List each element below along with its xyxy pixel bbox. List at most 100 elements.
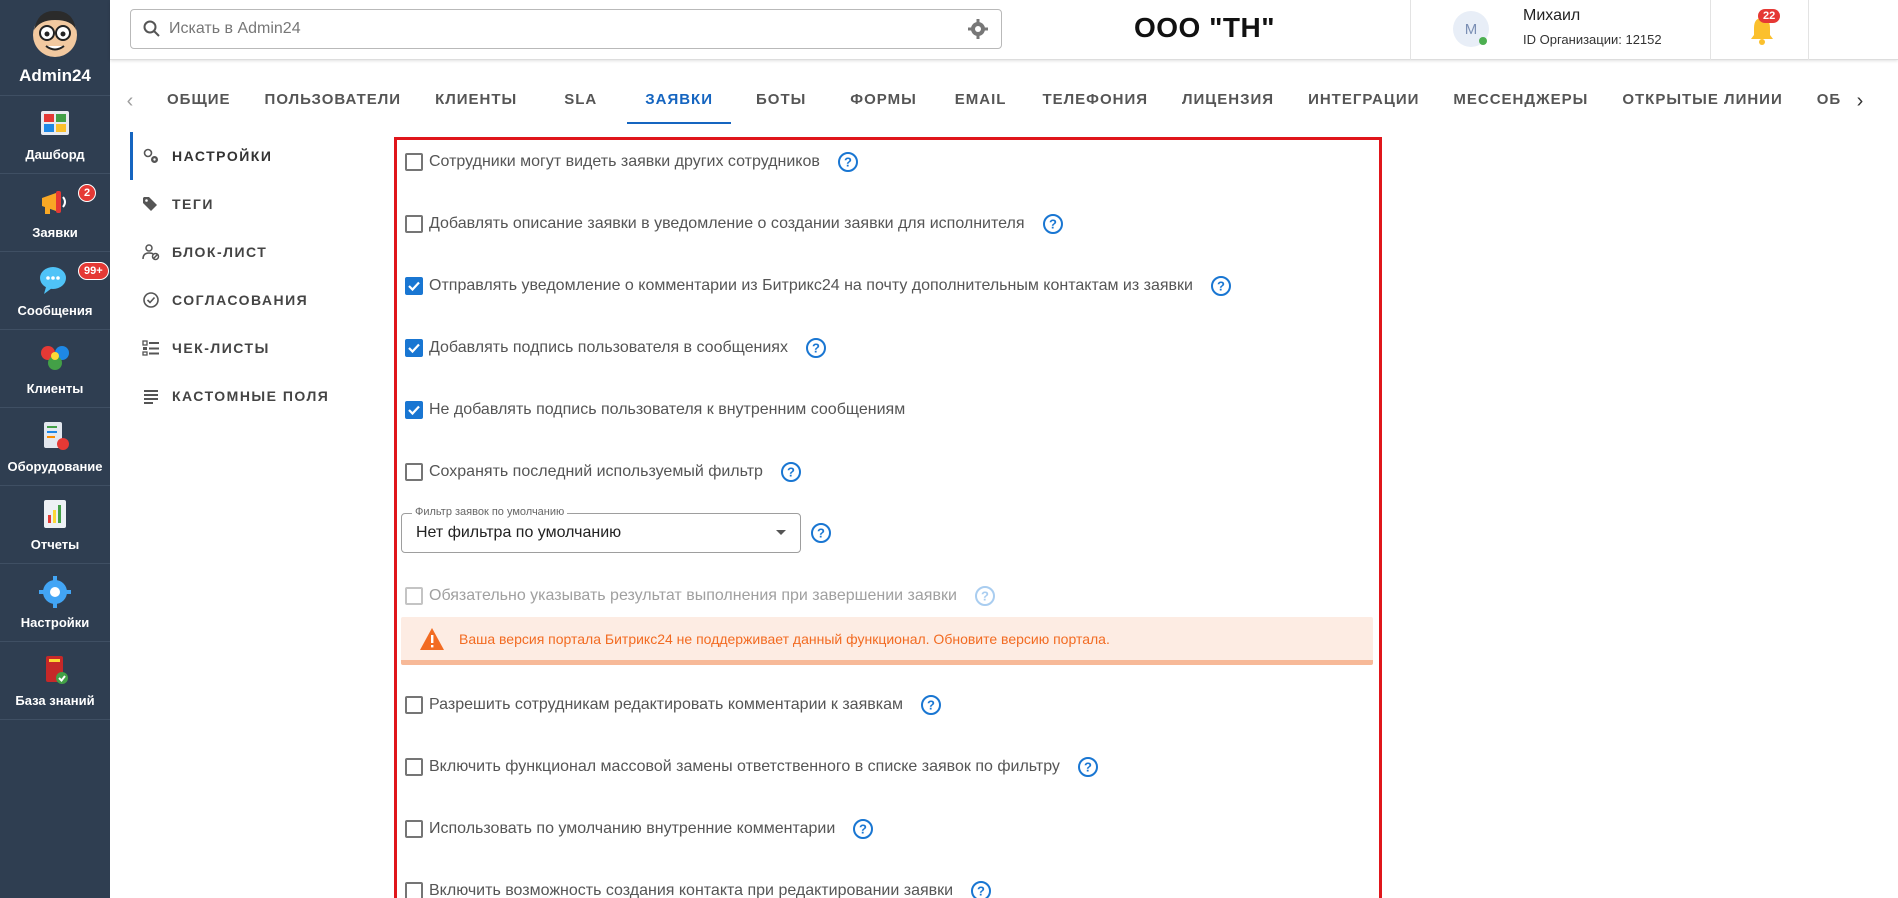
checkmark-icon [408, 343, 420, 354]
header-divider [1710, 0, 1711, 60]
nav-item-clients[interactable]: Клиенты [0, 330, 110, 408]
tab-license[interactable]: ЛИЦЕНЗИЯ [1165, 76, 1291, 124]
option-row[interactable]: Разрешить сотрудникам редактировать комм… [405, 693, 942, 717]
default-filter-select[interactable]: Фильтр заявок по умолчанию Нет фильтра п… [401, 506, 801, 553]
tab-bots[interactable]: БОТЫ [731, 76, 831, 124]
help-circle-icon[interactable]: ? [780, 461, 802, 483]
option-row[interactable]: Включить возможность создания контакта п… [405, 879, 992, 898]
checkbox[interactable] [405, 277, 423, 295]
nav-item-dashboard[interactable]: Дашборд [0, 96, 110, 174]
book-icon [46, 656, 68, 684]
option-row[interactable]: Использовать по умолчанию внутренние ком… [405, 817, 874, 841]
logo-avatar-icon [33, 10, 77, 57]
nav-item-settings[interactable]: Настройки [0, 564, 110, 642]
option-row[interactable]: Добавлять описание заявки в уведомление … [405, 212, 1064, 236]
nav-label: Заявки [32, 225, 78, 240]
megaphone-icon [42, 191, 66, 214]
tab-sla[interactable]: SLA [534, 76, 627, 124]
search-input[interactable]: Искать в Admin24 [130, 9, 1002, 49]
checkbox[interactable] [405, 401, 423, 419]
menu-item-label: ЧЕК-ЛИСТЫ [172, 340, 270, 356]
option-row[interactable]: Не добавлять подпись пользователя к внут… [405, 398, 905, 422]
header-divider [1808, 0, 1809, 60]
checkbox[interactable] [405, 153, 423, 171]
menu-item-label: ТЕГИ [172, 196, 214, 212]
app-sidebar: Admin24 Дашборд Заявки 2 Сообщения 99+ К… [0, 0, 110, 898]
header-divider [1410, 0, 1411, 60]
help-circle-icon[interactable]: ? [852, 818, 874, 840]
menu-item-label: КАСТОМНЫЕ ПОЛЯ [172, 388, 330, 404]
user-avatar[interactable]: М [1453, 11, 1489, 47]
brand-name: Admin24 [19, 66, 91, 85]
nav-item-knowledge-base[interactable]: База знаний [0, 642, 110, 720]
help-circle-icon[interactable]: ? [974, 585, 996, 607]
tab-requests[interactable]: ЗАЯВКИ [627, 76, 731, 124]
nav-item-equipment[interactable]: Оборудование [0, 408, 110, 486]
svg-text:?: ? [1217, 279, 1225, 294]
checkbox[interactable] [405, 696, 423, 714]
user-block-icon [142, 244, 160, 261]
svg-text:?: ? [1084, 760, 1092, 775]
option-row[interactable]: Сохранять последний используемый фильтр … [405, 460, 802, 484]
help-circle-icon[interactable]: ? [1210, 275, 1232, 297]
help-circle-icon[interactable]: ? [920, 694, 942, 716]
help-circle-icon[interactable]: ? [1077, 756, 1099, 778]
tab-telephony[interactable]: ТЕЛЕФОНИЯ [1025, 76, 1165, 124]
menu-item-approvals[interactable]: СОГЛАСОВАНИЯ [130, 276, 380, 324]
tab-forms[interactable]: ФОРМЫ [831, 76, 935, 124]
menu-item-block-list[interactable]: БЛОК-ЛИСТ [130, 228, 380, 276]
menu-item-custom-fields[interactable]: КАСТОМНЫЕ ПОЛЯ [130, 372, 380, 420]
checkbox[interactable] [405, 215, 423, 233]
tab-general[interactable]: ОБЩИЕ [150, 76, 248, 124]
help-circle-icon[interactable]: ? [1042, 213, 1064, 235]
checkbox[interactable] [405, 463, 423, 481]
checkbox[interactable] [405, 820, 423, 838]
menu-item-settings[interactable]: НАСТРОЙКИ [130, 132, 380, 180]
tab-email[interactable]: EMAIL [936, 76, 1026, 124]
checkbox[interactable] [405, 339, 423, 357]
menu-item-tags[interactable]: ТЕГИ [130, 180, 380, 228]
nav-item-reports[interactable]: Отчеты [0, 486, 110, 564]
nav-label: Оборудование [7, 459, 103, 474]
checkbox[interactable] [405, 758, 423, 776]
search-settings-gear-icon[interactable] [967, 18, 989, 40]
dashboard-icon [41, 111, 69, 135]
nav-item-messages[interactable]: Сообщения 99+ [0, 252, 110, 330]
checkmark-icon [408, 281, 420, 292]
tab-open-lines[interactable]: ОТКРЫТЫЕ ЛИНИИ [1605, 76, 1799, 124]
user-name[interactable]: Михаил [1523, 7, 1580, 25]
option-row[interactable]: Добавлять подпись пользователя в сообщен… [405, 336, 827, 360]
svg-text:?: ? [817, 526, 825, 541]
tabs-scroll-left-icon[interactable]: ‹ [110, 76, 150, 124]
chat-icon [40, 267, 66, 294]
checkmark-icon [408, 405, 420, 416]
brand[interactable]: Admin24 [0, 0, 110, 96]
tab-messengers[interactable]: МЕССЕНДЖЕРЫ [1436, 76, 1605, 124]
option-row[interactable]: Сотрудники могут видеть заявки других со… [405, 150, 859, 174]
tabs-scroll-right-icon[interactable]: › [1840, 76, 1880, 124]
nav-label: Настройки [20, 615, 90, 630]
online-status-dot [1479, 37, 1487, 45]
checkbox[interactable] [405, 882, 423, 898]
requests-count-badge: 2 [78, 184, 97, 202]
tab-equipment[interactable]: ОБОРУДОВАН [1800, 76, 1840, 124]
tabs-scroll: ОБЩИЕ ПОЛЬЗОВАТЕЛИ КЛИЕНТЫ SLA ЗАЯВКИ БО… [150, 76, 1840, 124]
tab-clients[interactable]: КЛИЕНТЫ [418, 76, 534, 124]
menu-item-label: СОГЛАСОВАНИЯ [172, 292, 309, 308]
user-initial: М [1464, 20, 1478, 38]
nav-label: Сообщения [17, 303, 93, 318]
option-row[interactable]: Включить функционал массовой замены отве… [405, 755, 1099, 779]
help-circle-icon[interactable]: ? [810, 522, 832, 544]
menu-item-checklists[interactable]: ЧЕК-ЛИСТЫ [130, 324, 380, 372]
help-circle-icon[interactable]: ? [805, 337, 827, 359]
nav-item-requests[interactable]: Заявки 2 [0, 174, 110, 252]
svg-text:?: ? [787, 465, 795, 480]
option-row[interactable]: Отправлять уведомление о комментарии из … [405, 274, 1232, 298]
tab-users[interactable]: ПОЛЬЗОВАТЕЛИ [248, 76, 419, 124]
help-circle-icon[interactable]: ? [970, 880, 992, 898]
gear-icon [39, 576, 71, 608]
text-lines-icon [144, 390, 158, 404]
help-circle-icon[interactable]: ? [837, 151, 859, 173]
select-legend: Фильтр заявок по умолчанию [412, 506, 568, 518]
tab-integrations[interactable]: ИНТЕГРАЦИИ [1291, 76, 1436, 124]
